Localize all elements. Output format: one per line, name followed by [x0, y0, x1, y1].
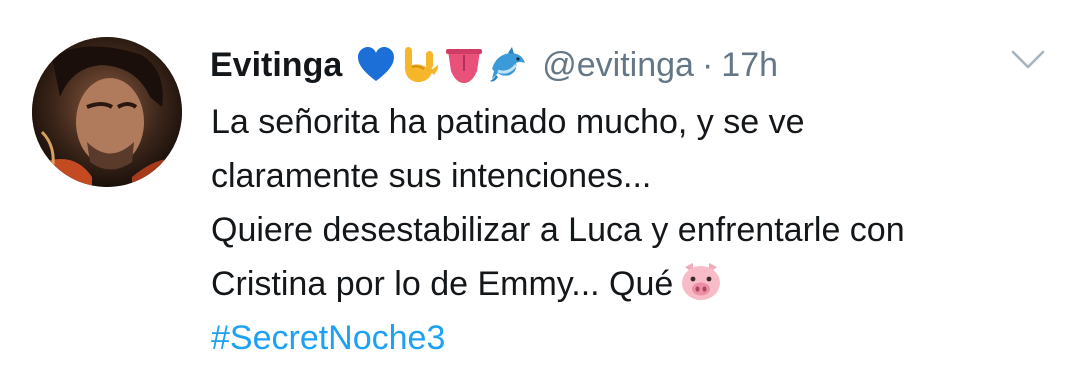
- tweet-header: Evitinga @evitinga · 17h: [210, 40, 778, 90]
- blue-heart-icon: [356, 45, 396, 85]
- tweet-line-3: Quiere desestabilizar a Luca y enfrentar…: [211, 211, 905, 249]
- tongue-icon: [444, 45, 484, 85]
- hashtag-link[interactable]: #SecretNoche3: [211, 311, 1051, 365]
- tweet-line-4-text: Cristina por lo de Emmy... Qué: [211, 265, 674, 303]
- name-emojis: [356, 45, 528, 85]
- more-options-button[interactable]: [1008, 44, 1048, 74]
- avatar[interactable]: [32, 37, 182, 187]
- tweet-text: La señorita ha patinado mucho, y se ve c…: [211, 95, 1051, 365]
- chevron-down-icon: [1011, 50, 1045, 69]
- display-name[interactable]: Evitinga: [210, 46, 342, 85]
- tweet-line-2: claramente sus intenciones...: [211, 157, 652, 195]
- tweet-line-1: La señorita ha patinado mucho, y se ve: [211, 103, 805, 141]
- timestamp[interactable]: 17h: [721, 46, 778, 85]
- tweet-card[interactable]: Evitinga @evitinga · 17h La señorita ha …: [0, 0, 1070, 375]
- tweet-line-4: Cristina por lo de Emmy... Qué: [211, 257, 1051, 311]
- pig-face-icon: [679, 259, 723, 303]
- user-handle[interactable]: @evitinga: [542, 46, 694, 85]
- dolphin-icon: [488, 45, 528, 85]
- separator-dot: ·: [701, 45, 714, 84]
- sign-of-horns-icon: [400, 45, 440, 85]
